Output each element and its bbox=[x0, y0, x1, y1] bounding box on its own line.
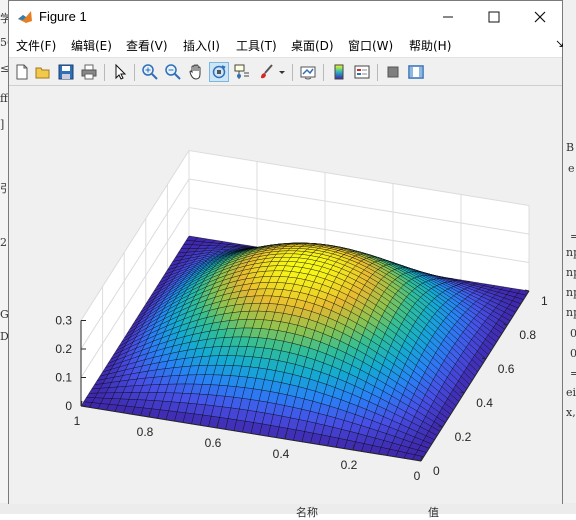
rotate-3d-icon[interactable] bbox=[210, 63, 228, 81]
background-left bbox=[0, 0, 8, 514]
toolbar-separator bbox=[134, 64, 135, 81]
x-tick-label: 0.6 bbox=[205, 436, 222, 450]
data-cursor-icon[interactable] bbox=[233, 63, 251, 81]
menu-edit[interactable]: 编辑(E) bbox=[71, 37, 112, 54]
toolbar-separator bbox=[323, 64, 324, 81]
right-fragment: 0 bbox=[570, 347, 576, 360]
z-tick-label: 0.3 bbox=[55, 314, 72, 328]
edit-plot-icon[interactable] bbox=[111, 63, 129, 81]
right-fragment: x, bbox=[566, 406, 576, 419]
matlab-logo-icon bbox=[17, 9, 33, 25]
plot-area[interactable]: 00.10.20.310.80.60.40.2000.20.40.60.81 bbox=[9, 86, 562, 504]
menu-dock-arrow-icon[interactable]: ↘ bbox=[555, 37, 564, 50]
new-figure-icon[interactable] bbox=[13, 63, 31, 81]
toolbar-separator bbox=[292, 64, 293, 81]
left-fragment: ff bbox=[0, 92, 8, 105]
pan-icon[interactable] bbox=[187, 63, 205, 81]
close-icon bbox=[534, 11, 546, 23]
toolbar-separator bbox=[377, 64, 378, 81]
x-tick-label: 1 bbox=[74, 414, 81, 428]
background-bottom bbox=[0, 503, 576, 514]
right-fragment: np bbox=[566, 286, 576, 299]
toolbar-separator bbox=[104, 64, 105, 81]
close-button[interactable] bbox=[517, 1, 563, 32]
x-tick-label: 0.2 bbox=[341, 458, 358, 472]
bottom-fragment: 值 bbox=[428, 504, 439, 520]
right-fragment: = bbox=[570, 367, 576, 380]
title-bar[interactable]: Figure 1 bbox=[9, 1, 562, 32]
x-tick-label: 0 bbox=[414, 469, 421, 483]
menu-view[interactable]: 查看(V) bbox=[126, 37, 168, 54]
window-title: Figure 1 bbox=[39, 9, 87, 24]
y-tick-label: 1 bbox=[541, 294, 548, 308]
brush-icon[interactable] bbox=[258, 63, 276, 81]
bottom-fragment: 名称 bbox=[296, 504, 318, 520]
y-tick-label: 0.2 bbox=[455, 430, 472, 444]
colorbar-icon[interactable] bbox=[330, 63, 348, 81]
right-fragment: e bbox=[568, 162, 575, 175]
minimize-icon bbox=[442, 11, 454, 23]
surface-plot[interactable]: 00.10.20.310.80.60.40.2000.20.40.60.81 bbox=[9, 86, 562, 504]
right-fragment: B bbox=[566, 141, 574, 154]
menu-tools[interactable]: 工具(T) bbox=[236, 37, 277, 54]
menu-desktop[interactable]: 桌面(D) bbox=[291, 37, 334, 54]
z-tick-label: 0.1 bbox=[55, 371, 72, 385]
y-tick-label: 0.8 bbox=[519, 328, 536, 342]
save-icon[interactable] bbox=[57, 63, 75, 81]
brush-dropdown-icon[interactable] bbox=[277, 63, 287, 81]
y-tick-label: 0.6 bbox=[498, 362, 515, 376]
left-fragment: ] bbox=[0, 118, 4, 131]
menu-help[interactable]: 帮助(H) bbox=[409, 37, 451, 54]
zoom-out-icon[interactable] bbox=[164, 63, 182, 81]
menu-insert[interactable]: 插入(I) bbox=[183, 37, 220, 54]
right-fragment: 0 bbox=[570, 327, 576, 340]
menu-file[interactable]: 文件(F) bbox=[16, 37, 56, 54]
minimize-button[interactable] bbox=[425, 1, 471, 32]
show-plot-tools-icon[interactable] bbox=[407, 63, 425, 81]
link-plot-icon[interactable] bbox=[299, 63, 317, 81]
right-fragment: np bbox=[566, 306, 576, 319]
legend-icon[interactable] bbox=[353, 63, 371, 81]
right-fragment: = bbox=[570, 230, 576, 243]
maximize-icon bbox=[488, 11, 500, 23]
maximize-button[interactable] bbox=[471, 1, 517, 32]
menu-bar: 文件(F) 编辑(E) 查看(V) 插入(I) 工具(T) 桌面(D) 窗口(W… bbox=[9, 32, 562, 57]
y-tick-label: 0 bbox=[433, 464, 440, 478]
left-fragment: 2 bbox=[0, 236, 7, 249]
menu-window[interactable]: 窗口(W) bbox=[348, 37, 393, 54]
right-fragment: np bbox=[566, 246, 576, 259]
z-tick-label: 0.2 bbox=[55, 342, 72, 356]
zoom-in-icon[interactable] bbox=[141, 63, 159, 81]
hide-plot-tools-icon[interactable] bbox=[384, 63, 402, 81]
figure-window: Figure 1 文件(F) 编辑(E) 查看(V) 插入(I) 工具(T) 桌… bbox=[8, 0, 563, 504]
right-fragment: np bbox=[566, 266, 576, 279]
y-tick-label: 0.4 bbox=[476, 396, 493, 410]
toolbar bbox=[9, 57, 562, 86]
z-tick-label: 0 bbox=[65, 399, 72, 413]
x-tick-label: 0.4 bbox=[273, 447, 290, 461]
right-fragment: ei bbox=[566, 386, 576, 399]
x-tick-label: 0.8 bbox=[137, 425, 154, 439]
print-icon[interactable] bbox=[80, 63, 98, 81]
open-file-icon[interactable] bbox=[34, 63, 52, 81]
